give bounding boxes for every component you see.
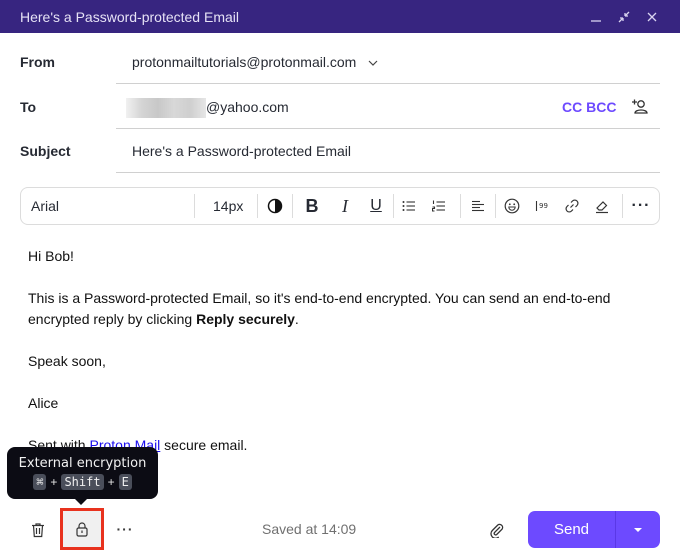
- collapse-icon: [618, 11, 630, 22]
- closing: Speak soon,: [28, 353, 106, 369]
- numbered-list-button[interactable]: [424, 194, 454, 218]
- to-label: To: [20, 99, 37, 115]
- send-button[interactable]: Send: [528, 511, 616, 548]
- more-formatting-button[interactable]: ···: [623, 194, 659, 218]
- eraser-icon: [596, 201, 608, 214]
- redacted-recipient: [126, 98, 206, 118]
- bullet-list-button[interactable]: [394, 194, 424, 218]
- text-color-button[interactable]: [258, 194, 292, 218]
- from-select[interactable]: protonmailtutorials@protonmail.com: [132, 54, 378, 70]
- align-left-icon: [472, 200, 484, 212]
- add-contact-button[interactable]: [630, 97, 650, 117]
- cc-bcc-button[interactable]: CC BCC: [562, 99, 616, 115]
- close-icon: [647, 12, 657, 21]
- attach-button[interactable]: [486, 519, 508, 541]
- shift-key: Shift: [61, 474, 104, 490]
- trash-icon: [32, 523, 44, 538]
- tooltip-arrow: [75, 499, 87, 505]
- underline-icon: U: [370, 197, 382, 214]
- subject-input[interactable]: Here's a Password-protected Email: [132, 143, 351, 159]
- command-key: ⌘: [33, 474, 47, 490]
- close-button[interactable]: [638, 3, 666, 31]
- subject-label: Subject: [20, 143, 71, 159]
- more-icon: ···: [116, 521, 134, 537]
- bullet-list-icon: [402, 201, 415, 211]
- link-button[interactable]: [556, 194, 588, 218]
- reply-securely-text: Reply securely: [196, 311, 295, 327]
- message-body[interactable]: Hi Bob! This is a Password-protected Ema…: [28, 246, 658, 477]
- saved-status: Saved at 14:09: [262, 521, 357, 537]
- e-key: E: [118, 474, 132, 490]
- paperclip-icon: [490, 523, 504, 538]
- font-family-select[interactable]: Arial: [21, 194, 195, 218]
- caret-down-icon: [634, 527, 642, 532]
- svg-text:99: 99: [539, 202, 548, 210]
- quote-icon: 99: [535, 201, 548, 211]
- window-title: Here's a Password-protected Email: [20, 8, 239, 25]
- link-icon: [565, 199, 579, 213]
- window-titlebar: Here's a Password-protected Email: [0, 0, 680, 33]
- from-value: protonmailtutorials@protonmail.com: [132, 54, 357, 70]
- clear-format-button[interactable]: [588, 194, 616, 218]
- italic-icon: I: [342, 195, 348, 216]
- external-encryption-tooltip: External encryption ⌘ + Shift + E: [7, 447, 158, 505]
- divider: [116, 83, 660, 84]
- chevron-down-icon: [368, 58, 378, 70]
- greeting: Hi Bob!: [28, 248, 74, 264]
- bold-icon: B: [305, 195, 319, 216]
- contrast-icon: [267, 198, 283, 214]
- underline-button[interactable]: U: [359, 194, 393, 218]
- emoji-icon: [504, 198, 520, 214]
- minimize-button[interactable]: [582, 3, 610, 31]
- font-size-select[interactable]: 14px: [195, 194, 257, 218]
- signature: Alice: [28, 395, 59, 411]
- italic-button[interactable]: I: [331, 194, 359, 218]
- more-icon: ···: [631, 197, 651, 214]
- external-encryption-button[interactable]: [60, 508, 104, 550]
- more-options-button[interactable]: ···: [114, 518, 136, 540]
- from-label: From: [20, 54, 55, 70]
- to-input[interactable]: @yahoo.com: [206, 99, 289, 115]
- send-options-button[interactable]: [616, 511, 660, 548]
- numbered-list-icon: [432, 200, 445, 212]
- emoji-button[interactable]: [496, 194, 528, 218]
- subject-row: Subject Here's a Password-protected Emai…: [0, 129, 680, 173]
- lock-icon: [76, 522, 88, 537]
- align-button[interactable]: [461, 194, 495, 218]
- keyboard-shortcut: ⌘ + Shift + E: [7, 474, 158, 490]
- tooltip-title: External encryption: [18, 456, 147, 471]
- delete-draft-button[interactable]: [27, 519, 49, 541]
- add-contact-icon: [632, 99, 648, 114]
- divider: [116, 172, 660, 173]
- to-row: To @yahoo.com CC BCC: [0, 85, 680, 129]
- send-button-group: Send: [528, 511, 660, 548]
- minimize-icon: [591, 19, 601, 22]
- formatting-toolbar: Arial 14px B I U 99 ···: [20, 187, 660, 225]
- collapse-button[interactable]: [610, 3, 638, 31]
- body-paragraph: This is a Password-protected Email, so i…: [28, 290, 611, 327]
- from-row: From protonmailtutorials@protonmail.com: [0, 40, 680, 84]
- bold-button[interactable]: B: [293, 194, 331, 218]
- quote-button[interactable]: 99: [528, 194, 556, 218]
